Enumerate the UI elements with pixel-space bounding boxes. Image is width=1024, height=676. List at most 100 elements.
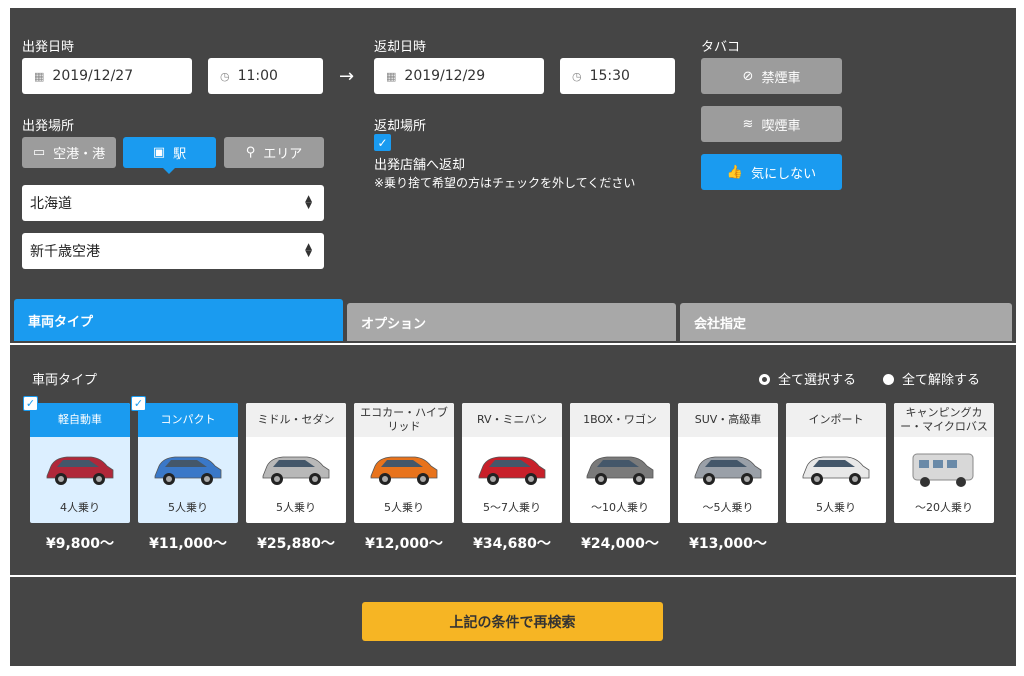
tab-options[interactable]: オプション: [347, 303, 676, 341]
vehicle-card[interactable]: 軽自動車 4人乗り: [30, 403, 130, 523]
radio-icon: [759, 374, 770, 385]
vehicle-card-name: 軽自動車: [30, 403, 130, 437]
calendar-icon: ▦: [34, 69, 45, 83]
tab-company[interactable]: 会社指定: [680, 303, 1012, 341]
no-smoking-icon: ⊘: [742, 68, 754, 84]
vehicle-card-price: ¥13,000〜: [689, 536, 767, 552]
vehicle-card-price: ¥12,000〜: [365, 536, 443, 552]
vehicle-card-capacity: 5人乗り: [384, 501, 424, 514]
vehicle-card-capacity: 〜5人乗り: [702, 501, 754, 514]
vehicle-card[interactable]: インポート 5人乗り: [786, 403, 886, 523]
vehicle-card-price: ¥24,000〜: [581, 536, 659, 552]
tab-vehicle-type[interactable]: 車両タイプ: [14, 299, 343, 341]
vehicle-card-capacity: 5人乗り: [168, 501, 208, 514]
return-note: ※乗り捨て希望の方はチェックを外してください: [374, 176, 636, 190]
select-arrows-icon: ▲ ▼: [305, 242, 312, 259]
vehicle-card[interactable]: ミドル・セダン 5人乗り: [246, 403, 346, 523]
car-image: [678, 437, 778, 499]
radio-icon: [883, 374, 894, 385]
vehicle-card-price: ¥25,880〜: [257, 536, 335, 552]
car-image: [570, 437, 670, 499]
select-arrows-icon: ▲ ▼: [305, 194, 312, 211]
departure-date-field[interactable]: ▦ 2019/12/27: [22, 58, 192, 94]
vehicle-card-capacity: 〜20人乗り: [915, 501, 973, 514]
prefecture-select[interactable]: 北海道 ▲ ▼: [22, 185, 324, 221]
check-icon: ✓: [377, 135, 388, 150]
smoking-button[interactable]: ≋ 喫煙車: [701, 106, 842, 142]
smoking-icon: ≋: [742, 116, 754, 132]
return-same-store-checkbox[interactable]: ✓: [374, 134, 391, 151]
vehicle-card[interactable]: 1BOX・ワゴン〜10人乗り: [570, 403, 670, 523]
vehicle-card-name: キャンピングカー・マイクロバス: [894, 403, 994, 437]
vehicle-section-label: 車両タイプ: [32, 373, 98, 388]
vehicle-card-capacity: 5〜7人乗り: [483, 501, 541, 514]
return-date-field[interactable]: ▦ 2019/12/29: [374, 58, 544, 94]
car-image: [894, 437, 994, 499]
arrow-right-icon: →: [339, 66, 355, 87]
return-time-field[interactable]: ◷ 15:30: [560, 58, 675, 94]
location-select[interactable]: 新千歳空港 ▲ ▼: [22, 233, 324, 269]
car-image: [786, 437, 886, 499]
ticket-icon: ▭: [32, 145, 46, 160]
pickup-label: 出発場所: [22, 119, 75, 134]
vehicle-card-name: 1BOX・ワゴン: [570, 403, 670, 437]
deselect-all-label: 全て解除する: [902, 373, 981, 388]
clock-icon: ◷: [220, 69, 230, 83]
search-panel: 出発日時 ▦ 2019/12/27 ◷ 11:00 → 返却日時 ▦ 2019/…: [10, 8, 1016, 666]
no-preference-label: 気にしない: [751, 166, 817, 182]
map-pin-icon: ⚲: [245, 145, 256, 160]
vehicle-card-price: ¥11,000〜: [149, 536, 227, 552]
departure-time-field[interactable]: ◷ 11:00: [208, 58, 323, 94]
vehicle-card-name: ミドル・セダン: [246, 403, 346, 437]
vehicle-card[interactable]: キャンピングカー・マイクロバス〜20人乗り: [894, 403, 994, 523]
vehicle-card[interactable]: SUV・高級車〜5人乗り: [678, 403, 778, 523]
select-all-label: 全て選択する: [778, 373, 857, 388]
car-image: [246, 437, 346, 499]
no-smoking-label: 禁煙車: [761, 70, 801, 86]
no-preference-button[interactable]: 👍 気にしない: [701, 154, 842, 190]
tab-station[interactable]: ▣ 駅: [123, 137, 216, 168]
vehicle-card-name: RV・ミニバン: [462, 403, 562, 437]
deselect-all-link[interactable]: 全て解除する: [883, 369, 980, 388]
car-image: [354, 437, 454, 499]
vehicle-card-name: エコカー・ハイブリッド: [354, 403, 454, 437]
train-icon: ▣: [152, 145, 166, 160]
departure-date-value: 2019/12/27: [52, 68, 134, 84]
vehicle-card-price: ¥9,800〜: [45, 536, 115, 552]
vehicle-card-name: SUV・高級車: [678, 403, 778, 437]
vehicle-card[interactable]: エコカー・ハイブリッド 5人乗り: [354, 403, 454, 523]
car-image: [462, 437, 562, 499]
tab-divider: [10, 343, 1016, 345]
thumbs-up-icon: 👍: [726, 164, 744, 180]
research-button[interactable]: 上記の条件で再検索: [362, 602, 663, 641]
vehicle-card[interactable]: RV・ミニバン 5〜7人乗り: [462, 403, 562, 523]
vehicle-card-price: ¥34,680〜: [473, 536, 551, 552]
car-image: [138, 437, 238, 499]
vehicle-card-checkbox[interactable]: ✓: [23, 396, 38, 411]
tab-caret: [163, 168, 175, 174]
tab-station-label: 駅: [173, 147, 187, 162]
tab-area[interactable]: ⚲ エリア: [224, 137, 324, 168]
return-date-value: 2019/12/29: [404, 68, 486, 84]
clock-icon: ◷: [572, 69, 582, 83]
vehicle-card[interactable]: コンパクト 5人乗り: [138, 403, 238, 523]
tab-airport-port-label: 空港・港: [53, 147, 106, 162]
no-smoking-button[interactable]: ⊘ 禁煙車: [701, 58, 842, 94]
section-divider: [10, 575, 1016, 577]
vehicle-card-capacity: 5人乗り: [276, 501, 316, 514]
return-place-label: 返却場所: [374, 119, 427, 134]
vehicle-card-capacity: 〜10人乗り: [591, 501, 649, 514]
vehicle-card-capacity: 5人乗り: [816, 501, 856, 514]
location-value: 新千歳空港: [30, 244, 100, 260]
prefecture-value: 北海道: [30, 196, 72, 212]
departure-time-value: 11:00: [237, 68, 278, 84]
vehicle-card-checkbox[interactable]: ✓: [131, 396, 146, 411]
tab-area-label: エリア: [263, 147, 303, 162]
car-image: [30, 437, 130, 499]
tobacco-label: タバコ: [701, 40, 741, 55]
return-label: 返却日時: [374, 40, 427, 55]
tab-airport-port[interactable]: ▭ 空港・港: [22, 137, 116, 168]
select-all-link[interactable]: 全て選択する: [759, 369, 856, 388]
vehicle-card-name: コンパクト: [138, 403, 238, 437]
return-same-store-label: 出発店舗へ返却: [374, 158, 466, 173]
